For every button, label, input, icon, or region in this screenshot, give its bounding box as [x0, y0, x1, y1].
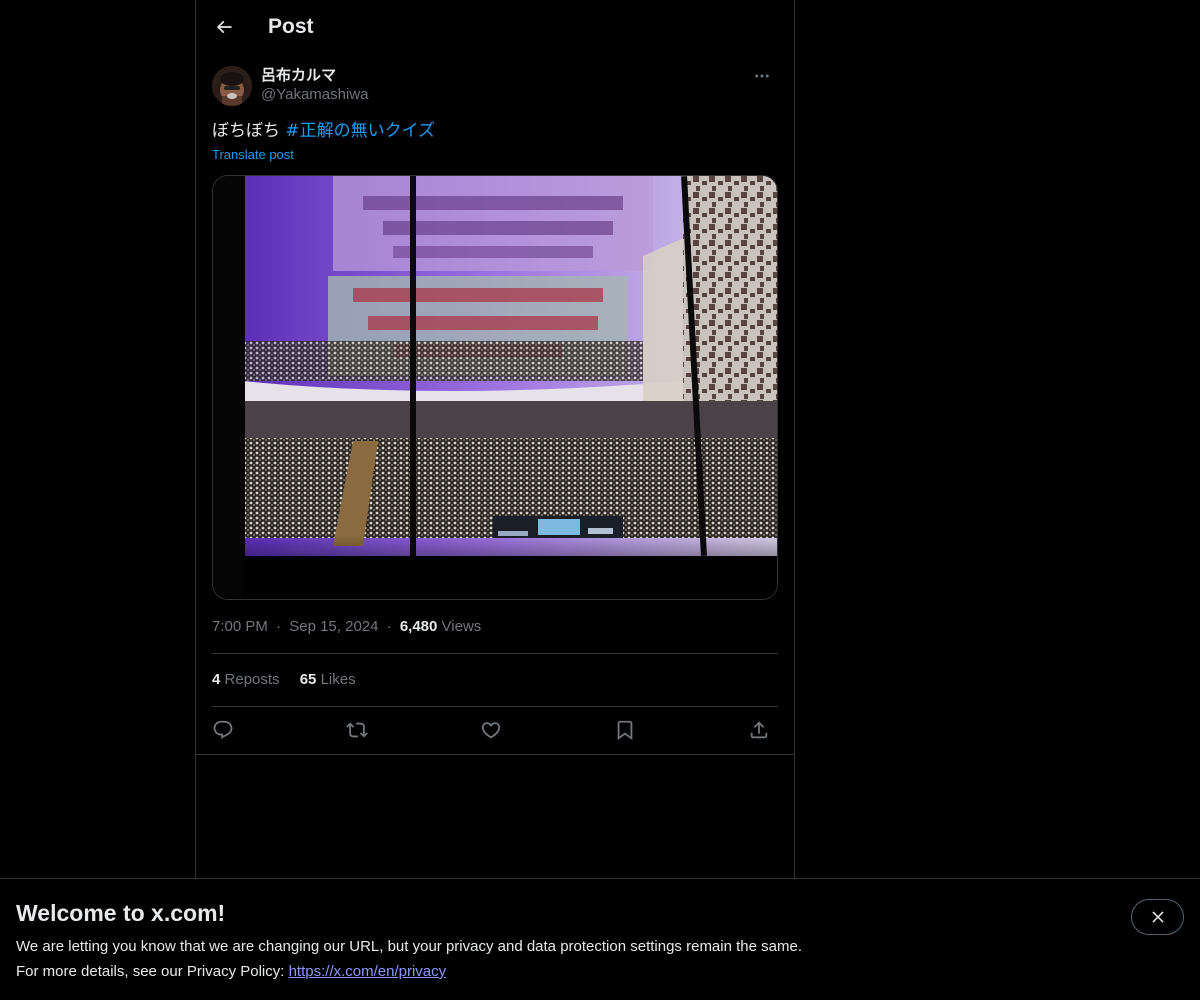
- hashtag-link[interactable]: #正解の無いクイズ: [285, 121, 435, 141]
- bookmark-icon: [617, 720, 633, 741]
- repost-icon: [346, 722, 368, 738]
- likes-count: 65: [299, 671, 317, 688]
- bookmark-button[interactable]: [608, 712, 642, 748]
- post-header: Post: [196, 0, 794, 54]
- divider: [212, 653, 778, 654]
- more-options-button[interactable]: [746, 64, 778, 88]
- post-actions: [212, 712, 778, 748]
- page: Post 呂布カルマ @Yakamashiwa ぼちぼち #正解の無いクイズ T…: [0, 0, 1200, 1000]
- banner-privacy-line: For more details, see our Privacy Policy…: [16, 962, 446, 982]
- author-handle[interactable]: @Yakamashiwa: [261, 85, 369, 105]
- avatar[interactable]: [212, 66, 252, 106]
- reply-button[interactable]: [206, 712, 240, 748]
- post-text-plain: ぼちぼち: [212, 121, 286, 141]
- concert-hall-photo: [213, 176, 777, 599]
- privacy-policy-link[interactable]: https://x.com/en/privacy: [289, 963, 447, 980]
- share-icon: [750, 721, 768, 739]
- likes-stat[interactable]: 65 Likes: [300, 670, 356, 690]
- main-column: Post 呂布カルマ @Yakamashiwa ぼちぼち #正解の無いクイズ T…: [195, 0, 795, 878]
- page-title: Post: [268, 15, 314, 38]
- like-button[interactable]: [474, 712, 508, 748]
- meta-separator: ·: [276, 618, 282, 635]
- share-button[interactable]: [742, 712, 776, 748]
- reply-icon: [213, 720, 233, 739]
- divider: [196, 754, 794, 755]
- likes-label: Likes: [320, 671, 356, 688]
- close-banner-button[interactable]: [1131, 899, 1184, 935]
- banner-privacy-prefix: For more details, see our Privacy Policy…: [16, 963, 289, 980]
- url-change-banner: Welcome to x.com! We are letting you kno…: [0, 878, 1200, 1000]
- post-author: 呂布カルマ @Yakamashiwa: [212, 64, 778, 108]
- banner-title: Welcome to x.com!: [16, 900, 226, 926]
- post-stats: 4 Reposts 65 Likes: [212, 670, 372, 690]
- translate-post-link[interactable]: Translate post: [212, 146, 294, 164]
- reposts-label: Reposts: [224, 671, 280, 688]
- post-meta: 7:00 PM · Sep 15, 2024 · 6,480 Views: [212, 617, 481, 637]
- like-icon: [481, 722, 501, 739]
- post-text: ぼちぼち #正解の無いクイズ: [212, 119, 435, 143]
- post-date[interactable]: Sep 15, 2024: [289, 618, 378, 635]
- reposts-count: 4: [212, 671, 221, 688]
- divider: [212, 706, 778, 707]
- author-display-name[interactable]: 呂布カルマ: [261, 65, 336, 85]
- repost-button[interactable]: [340, 712, 374, 748]
- back-button[interactable]: [208, 11, 240, 43]
- close-icon: [1151, 911, 1164, 923]
- reposts-stat[interactable]: 4 Reposts: [212, 670, 280, 690]
- more-horizontal-icon: [755, 74, 769, 78]
- views-label: Views: [441, 618, 482, 635]
- views-count: 6,480: [399, 618, 438, 635]
- arrow-left-icon: [216, 20, 232, 34]
- meta-separator: ·: [386, 618, 392, 635]
- post-time[interactable]: 7:00 PM: [212, 618, 268, 635]
- banner-message: We are letting you know that we are chan…: [16, 938, 802, 955]
- post-image[interactable]: [212, 175, 778, 600]
